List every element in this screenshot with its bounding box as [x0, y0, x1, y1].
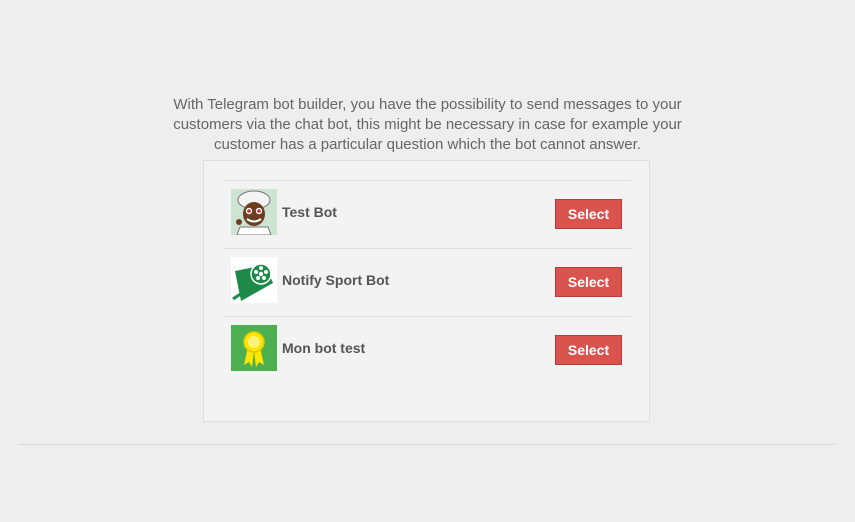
bot-name: Mon bot test [282, 340, 366, 356]
sport-ball-icon [231, 257, 277, 303]
award-ribbon-icon [231, 325, 277, 371]
select-button-notify-sport-bot[interactable]: Select [555, 267, 622, 297]
bot-list-panel: Test Bot Select Notify Sport Bot Select … [203, 160, 650, 422]
select-button-test-bot[interactable]: Select [555, 199, 622, 229]
bot-row-mon-bot-test: Mon bot test Select [223, 317, 631, 384]
chef-cartoon-icon [231, 189, 277, 235]
bot-row-notify-sport-bot: Notify Sport Bot Select [223, 249, 631, 317]
bot-row-test-bot: Test Bot Select [223, 181, 631, 249]
bot-name: Test Bot [282, 204, 337, 220]
select-button-mon-bot-test[interactable]: Select [555, 335, 622, 365]
bot-list: Test Bot Select Notify Sport Bot Select … [223, 180, 631, 384]
intro-text: With Telegram bot builder, you have the … [173, 96, 682, 153]
bot-name: Notify Sport Bot [282, 272, 390, 288]
footer-divider [19, 444, 835, 445]
